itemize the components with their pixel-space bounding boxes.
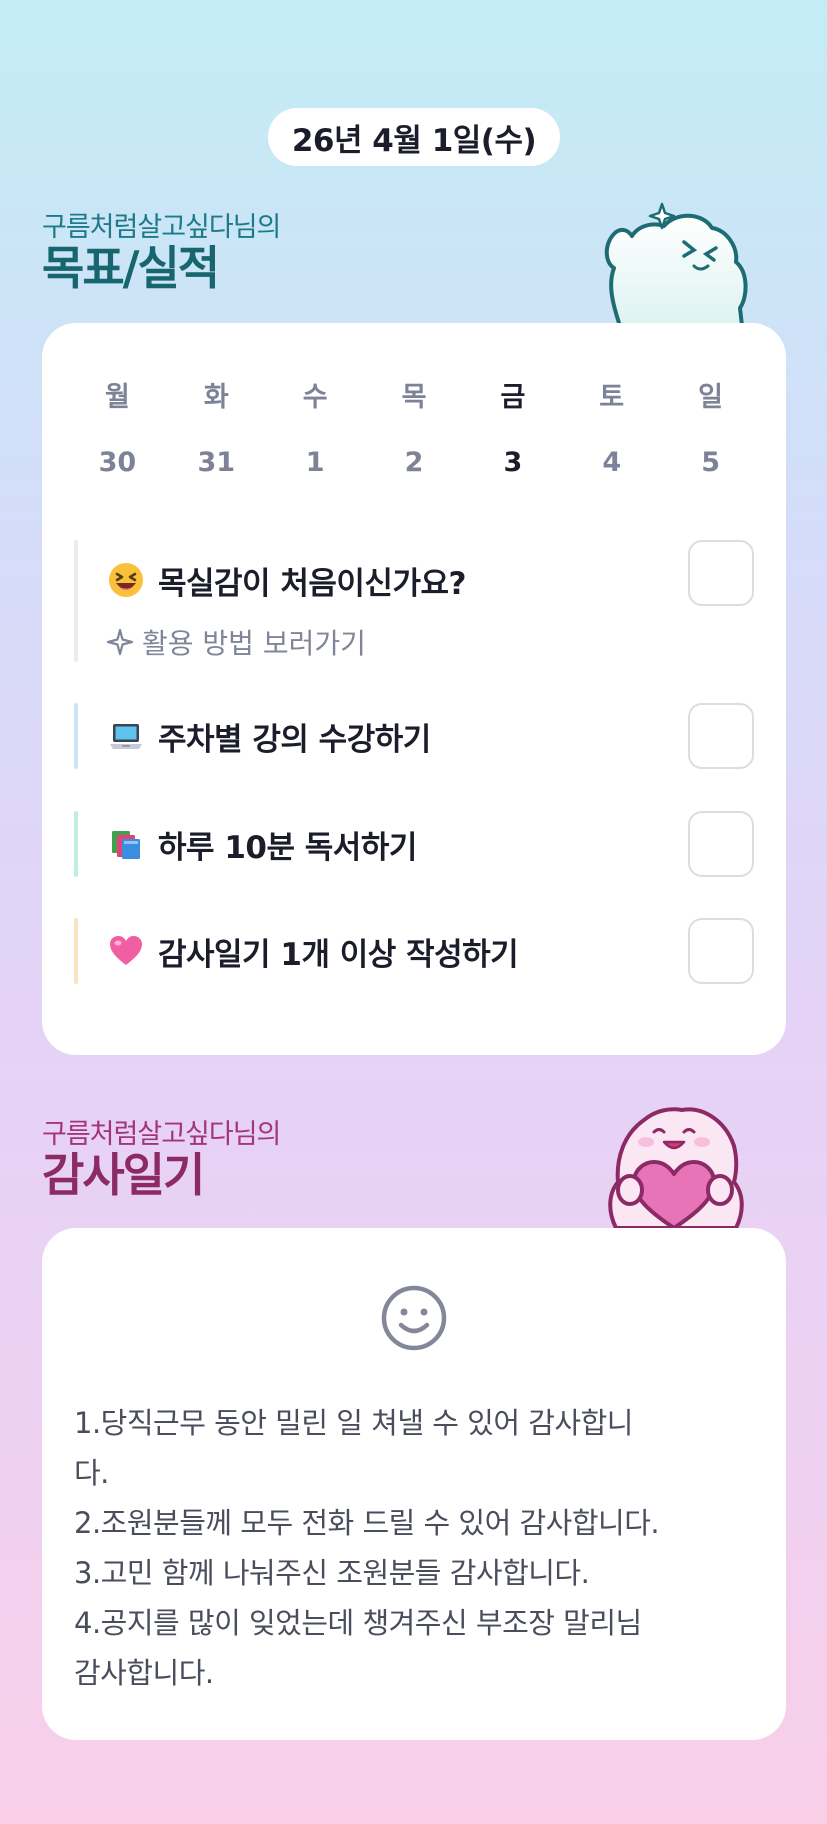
grinning-squinting-face-icon (106, 562, 146, 598)
pink-heart-icon (106, 933, 146, 969)
day-tue[interactable]: 화 31 (167, 375, 266, 478)
day-wed[interactable]: 수1 (266, 375, 365, 478)
goal-checkbox[interactable] (688, 918, 754, 984)
week-calendar: 월 30 화 31 수1 목2 금3 토4 일5 (68, 375, 760, 478)
goal-item: 감사일기 1개 이상 작성하기 (74, 918, 754, 984)
day-name: 일 (698, 382, 723, 413)
diary-section-header: 구름처럼살고싶다님의 감사일기 (42, 1112, 281, 1202)
goal-item: 주차별 강의 수강하기 (74, 703, 754, 769)
day-sun[interactable]: 일5 (661, 375, 760, 478)
day-name: 화 (203, 382, 229, 413)
goal-checkbox[interactable] (688, 811, 754, 877)
day-thu[interactable]: 목2 (365, 375, 464, 478)
date-label: 26년 4월 1일(수) (291, 122, 537, 159)
day-date: 2 (404, 447, 424, 478)
goals-owner-label: 구름처럼살고싶다님의 (42, 212, 281, 243)
smile-face-icon[interactable] (380, 1284, 448, 1352)
books-icon (106, 826, 146, 862)
goal-color-bar (74, 540, 78, 662)
goal-label: 하루 10분 독서하기 (158, 829, 417, 866)
goal-label: 감사일기 1개 이상 작성하기 (158, 936, 519, 973)
date-pill[interactable]: 26년 4월 1일(수) (268, 108, 560, 166)
day-date: 5 (701, 447, 720, 478)
sparkle-icon (106, 628, 134, 656)
goals-title: 목표/실적 (42, 241, 220, 295)
day-name: 목 (401, 382, 427, 413)
goal-color-bar (74, 811, 78, 877)
usage-guide-link[interactable]: 활용 방법 보러가기 (106, 622, 366, 662)
diary-card: 1.당직근무 동안 밀린 일 쳐낼 수 있어 감사합니 다. 2.조원분들께 모… (42, 1228, 786, 1740)
usage-guide-label: 활용 방법 보러가기 (142, 627, 366, 660)
heart-mascot-icon (608, 1107, 744, 1228)
day-name: 월 (105, 382, 130, 413)
laptop-icon (106, 718, 146, 754)
goal-label: 목실감이 처음이신가요? (158, 565, 466, 602)
goal-checkbox[interactable] (688, 540, 754, 606)
day-name: 수 (302, 382, 328, 413)
goal-item: 목실감이 처음이신가요? 활용 방법 보러가기 (74, 540, 754, 662)
day-mon[interactable]: 월 30 (68, 375, 167, 478)
day-date: 31 (197, 447, 236, 478)
diary-text[interactable]: 1.당직근무 동안 밀린 일 쳐낼 수 있어 감사합니 다. 2.조원분들께 모… (74, 1398, 754, 1698)
goals-section-header: 구름처럼살고싶다님의 목표/실적 (42, 205, 281, 295)
goal-color-bar (74, 918, 78, 984)
day-fri-selected[interactable]: 금3 (463, 375, 562, 478)
goal-label: 주차별 강의 수강하기 (158, 721, 431, 758)
day-name: 토 (599, 382, 625, 413)
day-date: 3 (503, 447, 523, 478)
goals-card: 월 30 화 31 수1 목2 금3 토4 일5 목실감이 처음이신가요? 활용… (42, 323, 786, 1055)
day-sat[interactable]: 토4 (562, 375, 661, 478)
day-name: 금 (500, 382, 526, 413)
goal-item: 하루 10분 독서하기 (74, 811, 754, 877)
goal-color-bar (74, 703, 78, 769)
day-date: 30 (98, 447, 137, 478)
cloud-mascot-icon (604, 202, 748, 326)
day-date: 1 (305, 447, 325, 478)
goal-checkbox[interactable] (688, 703, 754, 769)
diary-title: 감사일기 (42, 1148, 205, 1202)
diary-owner-label: 구름처럼살고싶다님의 (42, 1119, 281, 1150)
day-date: 4 (602, 447, 622, 478)
